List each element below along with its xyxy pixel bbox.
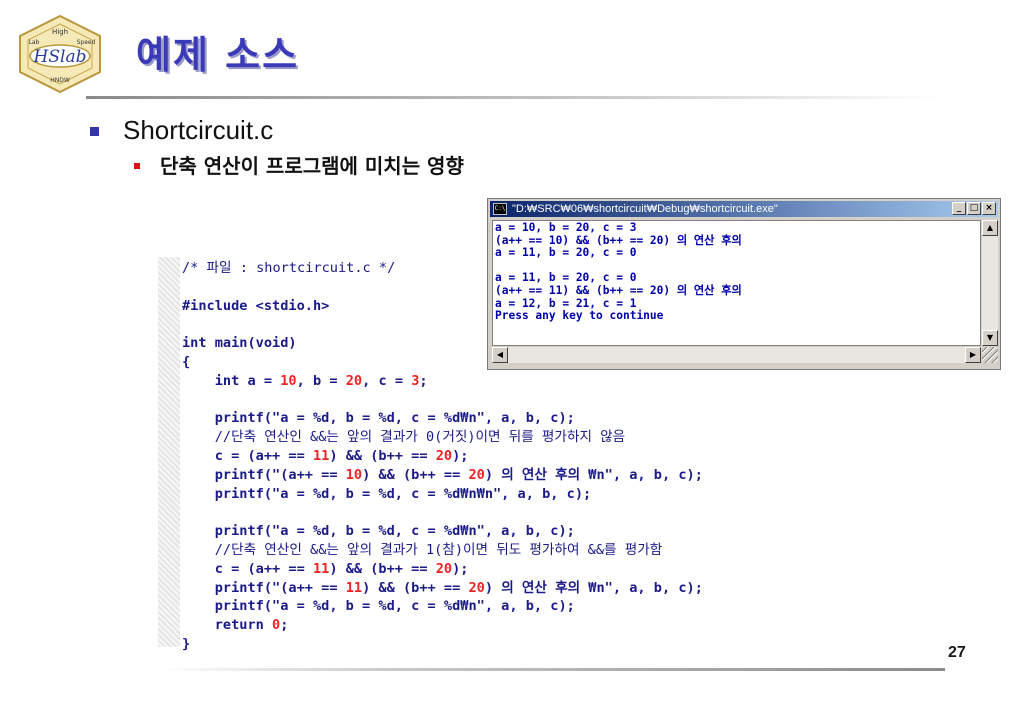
window-controls: _ □ ×: [952, 202, 996, 215]
console-output[interactable]: a = 10, b = 20, c = 3 (a++ == 10) && (b++…: [492, 220, 981, 346]
console-text: a = 10, b = 20, c = 3 (a++ == 10) && (b++…: [493, 221, 980, 323]
code-line: printf("(a++ == 10) && (b++ == 20) 의 연산 …: [182, 466, 703, 483]
bullet-1-text: Shortcircuit.c: [123, 115, 274, 145]
code-line: printf("a = %d, b = %d, c = %d₩n", a, b,…: [182, 598, 575, 615]
console-line: a = 10, b = 20, c = 3: [495, 221, 637, 234]
code-gutter: [158, 257, 180, 647]
code-line: int a = 10, b = 20, c = 3;: [182, 372, 428, 389]
bullet-2-text: 단축 연산이 프로그램에 미치는 영향: [160, 154, 464, 178]
hslab-logo: HSlab High Speed Lab HNDW: [14, 14, 106, 94]
console-titlebar[interactable]: C:\ "D:₩SRC₩06₩shortcircuit₩Debug₩shortc…: [490, 201, 998, 217]
logo-motto-left: Lab: [29, 39, 40, 46]
console-line: Press any key to continue: [495, 309, 664, 323]
hslab-logo-graphic: HSlab High Speed Lab HNDW: [19, 14, 101, 94]
bullet-square-icon: [90, 127, 99, 136]
code-line: printf("a = %d, b = %d, c = %d₩n₩n", a, …: [182, 485, 592, 502]
minimize-button[interactable]: _: [952, 202, 966, 215]
close-button[interactable]: ×: [982, 202, 996, 215]
console-window: C:\ "D:₩SRC₩06₩shortcircuit₩Debug₩shortc…: [487, 198, 1001, 370]
logo-motto-right: Speed: [77, 39, 96, 46]
bullet-square-icon: [134, 162, 140, 169]
code-line: printf("a = %d, b = %d, c = %d₩n", a, b,…: [182, 410, 575, 427]
scroll-left-button[interactable]: ◀: [492, 347, 508, 363]
console-line: (a++ == 11) && (b++ == 20) 의 연산 후의: [495, 283, 742, 297]
console-line: a = 11, b = 20, c = 0: [495, 246, 637, 260]
slide-title: 예제 소스: [136, 33, 300, 77]
code-line: c = (a++ == 11) && (b++ == 20);: [182, 560, 469, 577]
code-line: //단축 연산인 &&는 앞의 결과가 1(참)이면 뒤도 평가하여 &&를 평…: [182, 541, 663, 558]
maximize-button[interactable]: □: [967, 202, 981, 215]
logo-motto-top: High: [52, 28, 68, 36]
bullet-level-2: 단축 연산이 프로그램에 미치는 영향: [134, 150, 464, 179]
code-line: c = (a++ == 11) && (b++ == 20);: [182, 447, 469, 464]
code-line: printf("a = %d, b = %d, c = %d₩n", a, b,…: [182, 523, 575, 540]
page-number: 27: [948, 644, 966, 661]
resize-grip-icon[interactable]: [982, 347, 998, 363]
scroll-down-button[interactable]: ▼: [982, 330, 998, 346]
console-app-icon[interactable]: C:\: [493, 203, 507, 215]
code-line: }: [182, 635, 191, 652]
scroll-right-button[interactable]: ▶: [965, 347, 981, 363]
horizontal-scrollbar[interactable]: ◀ ▶: [492, 347, 981, 363]
code-line: //단축 연산인 &&는 앞의 결과가 0(거짓)이면 뒤를 평가하지 않음: [182, 429, 626, 446]
vertical-scrollbar[interactable]: ▲ ▼: [982, 220, 998, 346]
console-title: "D:₩SRC₩06₩shortcircuit₩Debug₩shortcircu…: [512, 203, 778, 215]
bullet-level-1: Shortcircuit.c: [90, 115, 273, 146]
scroll-up-button[interactable]: ▲: [982, 220, 998, 236]
code-line: printf("(a++ == 11) && (b++ == 20) 의 연산 …: [182, 579, 703, 596]
footer-divider: [160, 668, 945, 671]
title-divider: [86, 96, 941, 99]
logo-motto-bottom: HNDW: [50, 77, 70, 84]
code-line: return 0;: [182, 617, 289, 634]
logo-text: HSlab: [33, 47, 87, 67]
